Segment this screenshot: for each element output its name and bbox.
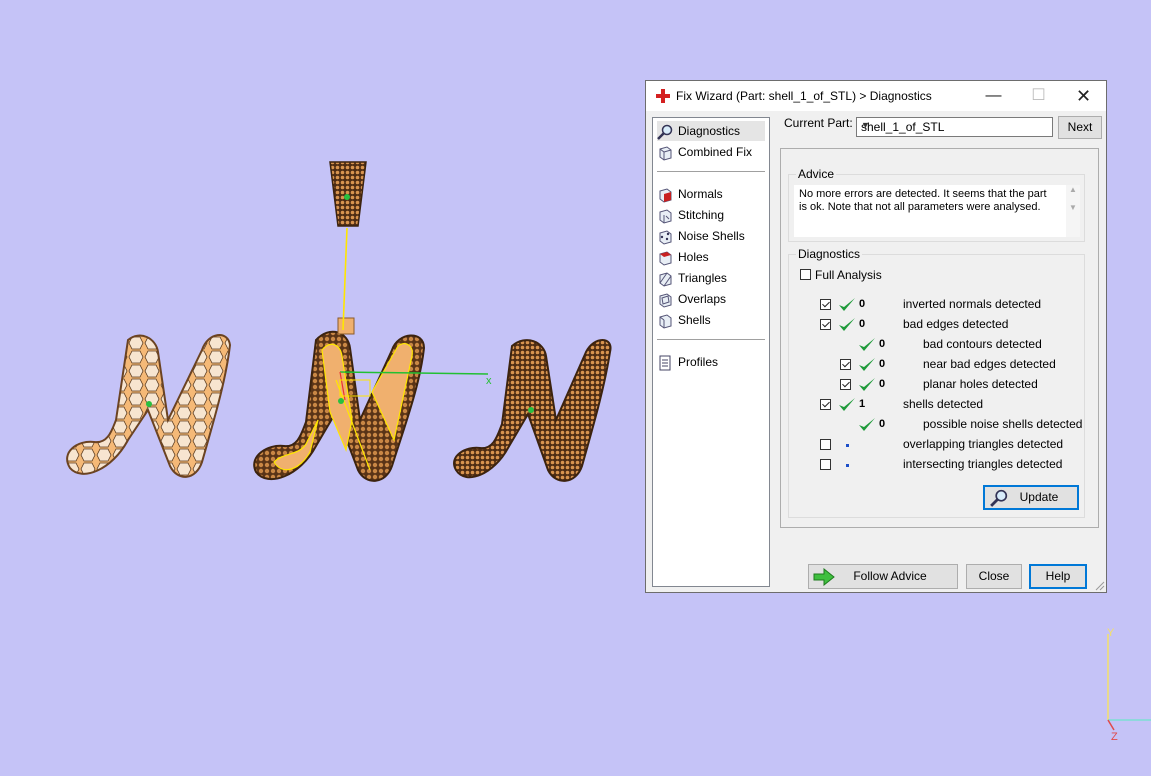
stitching-cube-icon: [659, 209, 672, 224]
current-part-select[interactable]: shell_1_of_STL ▼: [856, 117, 1053, 137]
overlaps-cube-icon: [659, 293, 672, 308]
diagnostic-label: overlapping triangles detected: [903, 437, 1064, 451]
nav-item-profiles[interactable]: Profiles: [657, 352, 718, 372]
axis-z-label: Z: [1111, 731, 1118, 743]
close-window-button[interactable]: ✕: [1061, 81, 1106, 111]
close-button[interactable]: Close: [966, 564, 1022, 589]
diagnostic-count: 0: [879, 358, 886, 370]
advice-text: No more errors are detected. It seems th…: [799, 188, 1047, 213]
nav-item-diagnostics[interactable]: Diagnostics: [657, 121, 765, 141]
wizard-navigation: Diagnostics Combined Fix Normals Stitchi…: [652, 117, 770, 587]
triangles-cube-icon: [659, 272, 672, 287]
diagnostic-checkbox[interactable]: [840, 359, 851, 370]
minimize-button[interactable]: —: [971, 81, 1016, 111]
green-check-icon: [839, 318, 855, 331]
axis-x-label: x: [486, 375, 492, 387]
nav-item-normals[interactable]: Normals: [657, 184, 723, 204]
advice-scrollbar[interactable]: ▲ ▼: [1066, 185, 1080, 237]
diagnostic-label: planar holes detected: [923, 377, 1038, 391]
diagnostic-checkbox[interactable]: [820, 399, 831, 410]
window-title: Fix Wizard (Part: shell_1_of_STL) > Diag…: [676, 89, 932, 103]
update-label: Update: [1019, 490, 1059, 504]
green-arrow-icon: [813, 568, 835, 586]
nav-item-shells[interactable]: Shells: [657, 310, 711, 330]
diagnostic-checkbox[interactable]: [820, 459, 831, 470]
advice-textbox[interactable]: No more errors are detected. It seems th…: [794, 185, 1080, 237]
noise-shells-icon: [659, 230, 672, 245]
nav-item-holes[interactable]: Holes: [657, 247, 709, 267]
green-check-icon: [839, 398, 855, 411]
green-check-icon: [859, 418, 875, 431]
diagnostic-count: 0: [879, 378, 886, 390]
full-analysis-label: Full Analysis: [815, 268, 882, 282]
nav-item-triangles[interactable]: Triangles: [657, 268, 727, 288]
diagnostic-label: bad edges detected: [903, 317, 1009, 331]
part-letter-n-frame-selected[interactable]: x: [253, 161, 492, 482]
magnifier-icon: [657, 124, 673, 140]
nav-divider: [657, 339, 765, 340]
document-icon: [659, 355, 671, 371]
diagnostic-label: bad contours detected: [923, 337, 1042, 351]
nav-item-noise-shells[interactable]: Noise Shells: [657, 226, 745, 246]
diagnostic-checkbox[interactable]: [840, 379, 851, 390]
green-check-icon: [839, 298, 855, 311]
axis-triad: Y Z: [1107, 627, 1151, 743]
green-check-icon: [859, 378, 875, 391]
diagnostic-count: 1: [859, 398, 866, 410]
nav-item-stitching[interactable]: Stitching: [657, 205, 724, 225]
follow-advice-label: Follow Advice: [853, 569, 927, 583]
maximize-button[interactable]: ☐: [1016, 81, 1061, 111]
shells-cube-icon: [659, 314, 672, 329]
help-button[interactable]: Help: [1029, 564, 1087, 589]
green-check-icon: [859, 358, 875, 371]
diagnostic-count: 0: [859, 318, 866, 330]
holes-cube-icon: [659, 251, 672, 266]
normals-cube-icon: [659, 188, 672, 203]
cube-icon: [659, 146, 672, 161]
diagnostic-checkbox[interactable]: [820, 299, 831, 310]
axis-y-label: Y: [1107, 627, 1115, 639]
part-letter-n-dense[interactable]: [453, 339, 612, 482]
nav-item-combined-fix[interactable]: Combined Fix: [657, 142, 752, 162]
diagnostic-label: inverted normals detected: [903, 297, 1042, 311]
diagnostic-count: 0: [859, 298, 866, 310]
diagnostic-checkbox[interactable]: [820, 319, 831, 330]
fix-wizard-window: Fix Wizard (Part: shell_1_of_STL) > Diag…: [645, 80, 1107, 593]
full-analysis-checkbox[interactable]: [800, 269, 811, 280]
part-letter-n-honeycomb[interactable]: [66, 334, 232, 478]
advice-title: Advice: [796, 167, 837, 181]
diagnostic-label: possible noise shells detected: [923, 417, 1083, 431]
red-cross-icon: [656, 89, 670, 103]
diagnostic-count: 0: [879, 338, 886, 350]
diagnostics-title: Diagnostics: [796, 247, 863, 261]
nav-item-overlaps[interactable]: Overlaps: [657, 289, 726, 309]
title-bar[interactable]: Fix Wizard (Part: shell_1_of_STL) > Diag…: [646, 81, 1106, 111]
follow-advice-button[interactable]: Follow Advice: [808, 564, 958, 589]
diagnostic-label: shells detected: [903, 397, 984, 411]
chevron-down-icon: ▼: [861, 120, 870, 130]
diagnostic-checkbox[interactable]: [820, 439, 831, 450]
nav-divider: [657, 171, 765, 172]
current-part-label: Current Part:: [784, 116, 853, 130]
magnifier-icon: [990, 489, 1008, 507]
update-button[interactable]: Update: [983, 485, 1079, 510]
green-check-icon: [859, 338, 875, 351]
pending-dot-icon: [846, 444, 849, 447]
pending-dot-icon: [846, 464, 849, 467]
diagnostic-count: 0: [879, 418, 886, 430]
diagnostic-label: near bad edges detected: [923, 357, 1056, 371]
diagnostic-label: intersecting triangles detected: [903, 457, 1063, 471]
next-button[interactable]: Next: [1058, 116, 1102, 139]
resize-grip-icon[interactable]: [1095, 581, 1105, 591]
